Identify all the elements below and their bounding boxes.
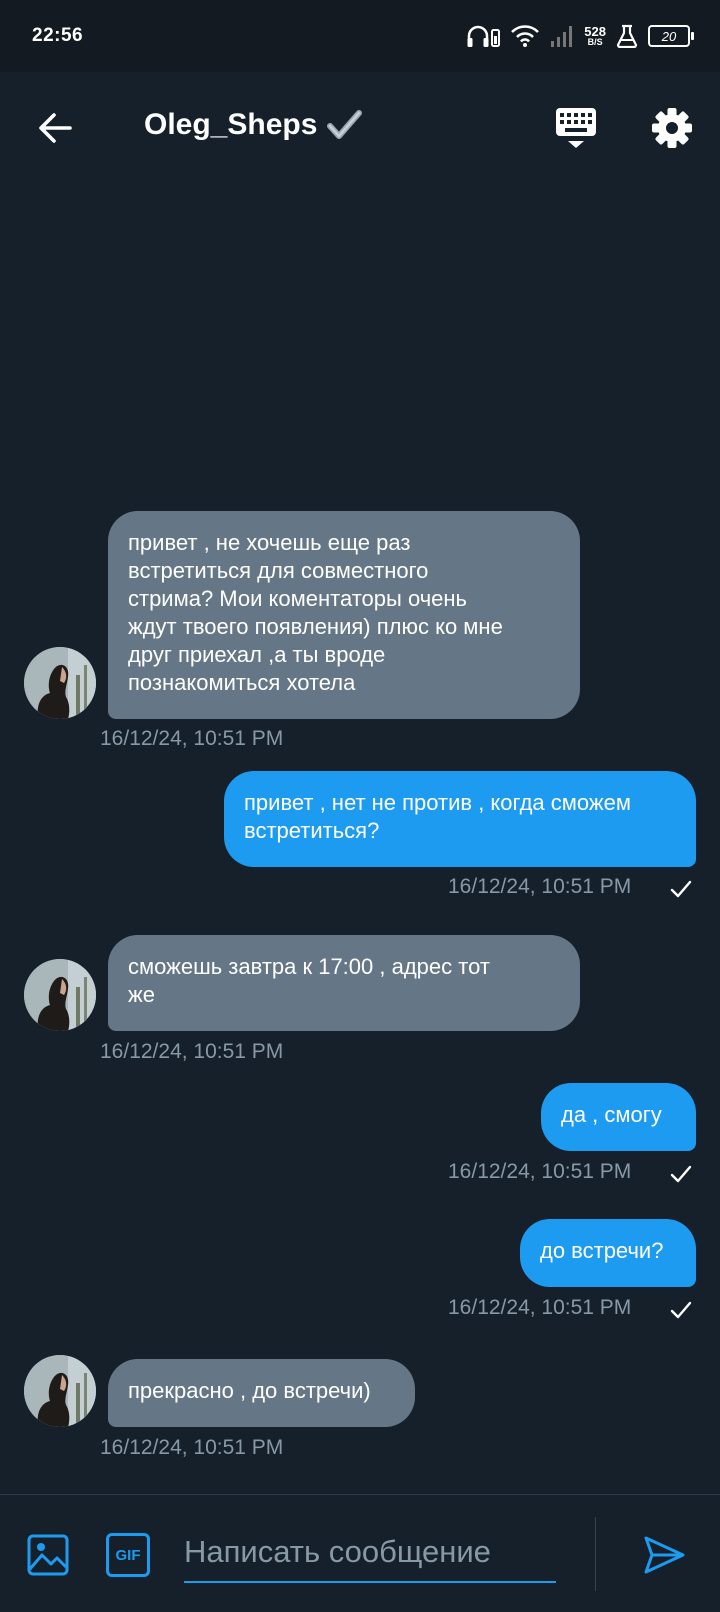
message-timestamp: 16/12/24, 10:51 PM — [100, 1436, 284, 1459]
compose-divider — [595, 1517, 596, 1591]
message-bubble[interactable]: привет , не хочешь еще раз встретиться д… — [108, 511, 580, 719]
message-bubble[interactable]: привет , нет не против , когда сможем вс… — [224, 771, 696, 867]
status-icons: 528 B/S 20 — [466, 24, 694, 48]
network-speed-unit: B/S — [587, 37, 603, 47]
avatar[interactable] — [24, 959, 96, 1031]
avatar[interactable] — [24, 1355, 96, 1427]
read-check-icon — [670, 880, 692, 898]
avatar-photo — [24, 1355, 96, 1427]
message-timestamp: 16/12/24, 10:51 PM — [448, 1160, 632, 1183]
message-timestamp: 16/12/24, 10:51 PM — [100, 727, 284, 750]
flask-icon — [616, 24, 638, 48]
headphones-icon — [467, 25, 501, 47]
compose-bar: GIF — [0, 1494, 720, 1612]
status-time: 22:56 — [32, 25, 84, 46]
message-timestamp: 16/12/24, 10:51 PM — [448, 875, 632, 898]
message-timestamp: 16/12/24, 10:51 PM — [448, 1296, 632, 1319]
message-bubble[interactable]: да , смогу — [541, 1083, 696, 1151]
read-check-icon — [670, 1301, 692, 1319]
chat-title-group[interactable]: Oleg_Sheps — [144, 106, 363, 144]
gif-icon[interactable]: GIF — [106, 1533, 150, 1577]
network-speed: 528 B/S — [584, 25, 606, 47]
send-icon[interactable] — [642, 1533, 686, 1577]
message-bubble[interactable]: сможешь завтра к 17:00 , адрес тот же — [108, 935, 580, 1031]
avatar[interactable] — [24, 647, 96, 719]
avatar-photo — [24, 647, 96, 719]
wifi-icon — [511, 25, 540, 47]
chat-title: Oleg_Sheps — [144, 108, 318, 141]
keyboard-icon[interactable] — [554, 106, 598, 150]
image-icon[interactable] — [26, 1533, 70, 1577]
back-arrow-icon[interactable] — [36, 108, 76, 148]
avatar-photo — [24, 959, 96, 1031]
read-check-icon — [670, 1165, 692, 1183]
verified-check-icon — [327, 110, 363, 139]
status-bar: 22:56 528 B/S 20 — [0, 0, 720, 72]
gif-label: GIF — [115, 1546, 141, 1564]
signal-icon — [551, 26, 573, 47]
message-bubble[interactable]: до встречи? — [520, 1219, 696, 1287]
message-bubble[interactable]: прекрасно , до встречи) — [108, 1359, 415, 1427]
battery-level: 20 — [661, 28, 677, 44]
message-timestamp: 16/12/24, 10:51 PM — [100, 1040, 284, 1063]
message-input[interactable] — [184, 1523, 556, 1583]
chat-header: Oleg_Sheps — [0, 72, 720, 184]
gear-icon[interactable] — [650, 106, 694, 150]
battery-indicator: 20 — [648, 25, 694, 47]
